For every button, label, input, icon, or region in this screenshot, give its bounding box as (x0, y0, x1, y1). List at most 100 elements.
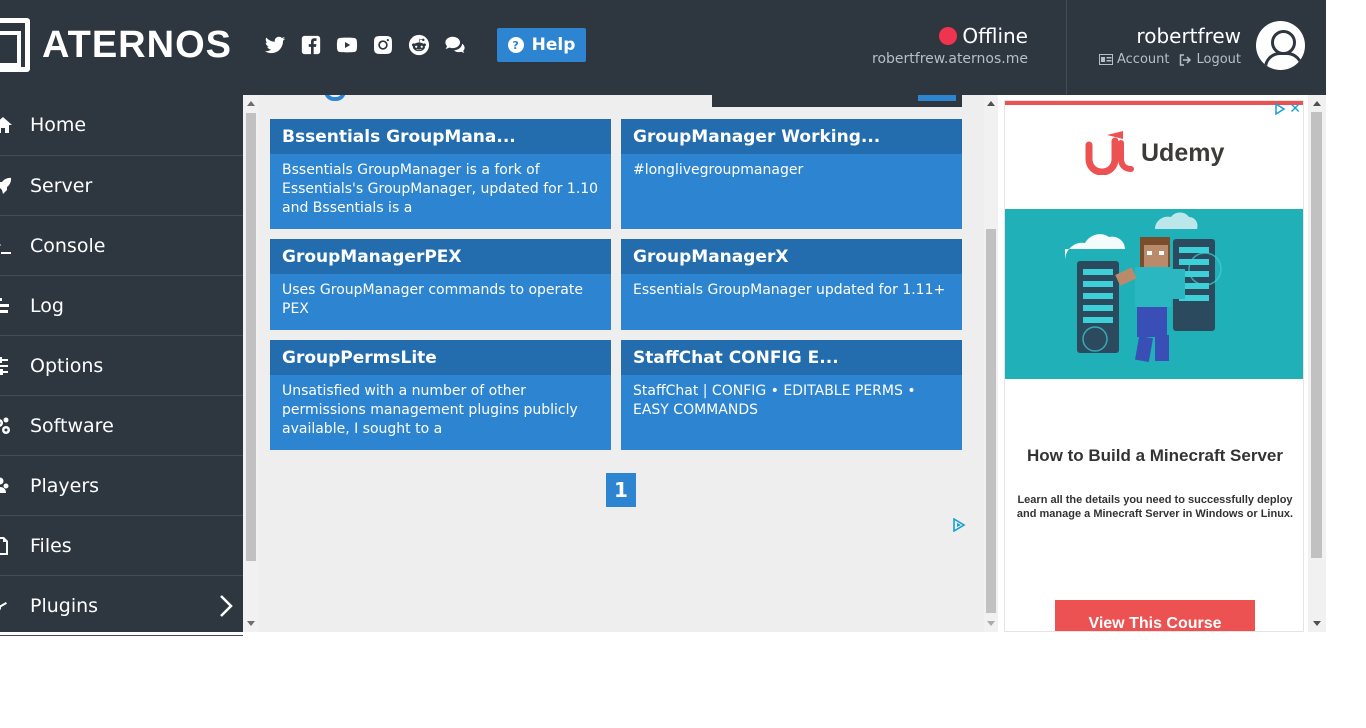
sidebar-item-home[interactable]: Home (0, 95, 243, 156)
instagram-icon[interactable] (369, 33, 396, 57)
page-1-button[interactable]: 1 (606, 473, 636, 507)
plugin-card[interactable]: GroupManagerX Essentials GroupManager up… (621, 239, 962, 330)
plugin-title: GroupPermsLite (270, 340, 611, 375)
logo-text: ATERNOS (42, 23, 232, 66)
ad-sidebar: ✕ Udemy How to Build a Minecraft Server … (998, 95, 1326, 632)
ad-accent-bar (1005, 101, 1303, 105)
sidebar-item-label: Server (30, 174, 93, 197)
scroll-down-arrow[interactable] (247, 621, 255, 626)
ad-scrollbar[interactable] (1308, 95, 1326, 632)
log-icon (0, 297, 24, 315)
home-icon (0, 116, 24, 134)
plugin-card[interactable]: StaffChat CONFIG E... StaffChat | CONFIG… (621, 340, 962, 450)
sidebar-item-label: Log (30, 294, 64, 317)
sidebar-item-server[interactable]: Server (0, 156, 243, 216)
account-link[interactable]: Account (1098, 52, 1169, 67)
users-icon (0, 477, 24, 495)
plugin-search-bar[interactable] (712, 95, 962, 107)
sidebar-item-plugins[interactable]: Plugins (0, 576, 243, 636)
help-button[interactable]: ? Help (497, 28, 586, 62)
gears-icon (0, 417, 24, 435)
help-label: Help (531, 35, 576, 55)
social-links (261, 33, 468, 57)
ad-body: Learn all the details you need to succes… (1016, 494, 1294, 520)
sidebar-item-label: Files (30, 534, 72, 557)
sidebar-item-log[interactable]: Log (0, 276, 243, 336)
plugin-card[interactable]: GroupManager Working... #longlivegroupma… (621, 119, 962, 229)
plugin-title: GroupManagerPEX (270, 239, 611, 274)
plugin-description: Bssentials GroupManager is a fork of Ess… (282, 162, 599, 216)
plugin-title: GroupManager Working... (621, 119, 962, 154)
twitter-icon[interactable] (261, 33, 288, 57)
sidebar-item-label: Home (30, 114, 87, 136)
sidebar-item-label: Players (30, 474, 100, 497)
sidebar-item-console[interactable]: Console (0, 216, 243, 276)
partial-heading (324, 95, 346, 101)
ad-brand: Udemy (1141, 138, 1225, 167)
chat-icon[interactable] (441, 33, 468, 57)
sidebar-item-label: Plugins (30, 594, 99, 617)
scroll-up-arrow[interactable] (1313, 101, 1321, 106)
plugin-card[interactable]: Bssentials GroupMana... Bssentials Group… (270, 119, 611, 229)
ad-close-icon[interactable]: ✕ (1289, 102, 1301, 116)
sidebar-item-label: Options (30, 354, 104, 377)
udemy-ad[interactable]: ✕ Udemy How to Build a Minecraft Server … (1004, 100, 1304, 632)
user-info: robertfrew Account Logout (1094, 24, 1241, 67)
plugin-card[interactable]: GroupManagerPEX Uses GroupManager comman… (270, 239, 611, 330)
terminal-icon (0, 237, 24, 255)
scrollbar-thumb[interactable] (246, 113, 256, 561)
sidebar-item-software[interactable]: Software (0, 396, 243, 456)
logout-link[interactable]: Logout (1179, 52, 1241, 67)
udemy-logo: Udemy (1083, 131, 1224, 175)
facebook-icon[interactable] (297, 33, 324, 57)
scroll-up-arrow[interactable] (247, 101, 255, 106)
plugin-grid: Bssentials GroupMana... Bssentials Group… (270, 119, 962, 450)
search-button[interactable] (918, 95, 956, 101)
chevron-right-icon (220, 595, 233, 617)
sidebar-item-label: Console (30, 234, 106, 257)
plugin-description: Uses GroupManager commands to operate PE… (282, 282, 583, 317)
aternos-logo[interactable]: ATERNOS (0, 18, 232, 72)
id-card-icon (1098, 54, 1113, 65)
username: robertfrew (1136, 24, 1241, 48)
plug-icon (0, 597, 24, 615)
logout-label: Logout (1196, 52, 1241, 67)
sliders-icon (0, 356, 24, 375)
scrollbar-thumb[interactable] (1311, 112, 1322, 558)
udemy-u-icon (1085, 131, 1134, 175)
youtube-icon[interactable] (333, 33, 360, 57)
reddit-icon[interactable] (405, 33, 432, 57)
header-divider (1066, 0, 1067, 95)
plugin-card[interactable]: GroupPermsLite Unsatisfied with a number… (270, 340, 611, 450)
plugin-description: Unsatisfied with a number of other permi… (282, 383, 578, 437)
scroll-down-arrow[interactable] (987, 621, 995, 626)
status-label: Offline (962, 24, 1028, 48)
ad-illustration (1005, 209, 1303, 379)
ad-close-controls[interactable]: ✕ (1274, 102, 1301, 116)
sidebar: Home Server Console Log Options Software… (0, 95, 243, 636)
plugin-description: Essentials GroupManager updated for 1.11… (633, 282, 946, 298)
sidebar-item-players[interactable]: Players (0, 456, 243, 516)
content-scrollbar[interactable] (984, 95, 998, 632)
plugin-results: Bssentials GroupMana... Bssentials Group… (243, 95, 998, 632)
status-dot-icon (939, 27, 958, 45)
plugin-description: #longlivegroupmanager (633, 162, 804, 178)
adchoices-icon[interactable] (952, 518, 966, 532)
ad-headline: How to Build a Minecraft Server (1027, 446, 1283, 465)
sidebar-item-files[interactable]: Files (0, 516, 243, 576)
plugin-description: StaffChat | CONFIG • EDITABLE PERMS • EA… (633, 383, 916, 418)
question-icon: ? (507, 37, 524, 53)
adchoices-icon[interactable] (1274, 103, 1286, 115)
scroll-up-arrow[interactable] (987, 101, 995, 106)
server-address: robertfrew.aternos.me (872, 51, 1028, 67)
scrollbar-thumb[interactable] (986, 229, 996, 613)
sidebar-item-options[interactable]: Options (0, 336, 243, 396)
user-avatar[interactable] (1256, 21, 1305, 70)
top-header: ATERNOS ? Help Offline robertfrew.aterno… (0, 0, 1326, 95)
server-status: Offline robertfrew.aternos.me (872, 24, 1028, 67)
view-course-button[interactable]: View This Course (1055, 600, 1255, 631)
left-scrollbar[interactable] (243, 95, 259, 632)
scroll-down-arrow[interactable] (1313, 621, 1321, 626)
rocket-icon (0, 177, 24, 195)
plugin-title: Bssentials GroupMana... (270, 119, 611, 154)
